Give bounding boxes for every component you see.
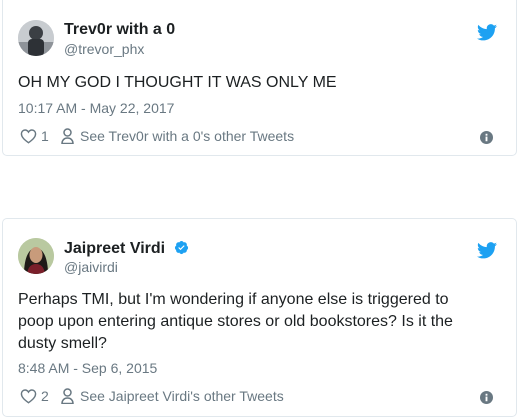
other-tweets-link[interactable]: See Jaipreet Virdi's other Tweets (61, 388, 284, 404)
like-count: 1 (41, 128, 49, 144)
tweet-text: OH MY GOD I THOUGHT IT WAS ONLY ME (18, 74, 337, 91)
info-icon[interactable] (480, 391, 493, 404)
author-handle[interactable]: @jaivirdi (64, 259, 118, 275)
author-name-text: Jaipreet Virdi (64, 240, 166, 257)
other-tweets-link[interactable]: See Trev0r with a 0's other Tweets (61, 128, 294, 144)
author-name[interactable]: Trev0r with a 0 (64, 21, 175, 39)
twitter-bird-icon[interactable] (477, 24, 497, 41)
like-count: 2 (41, 388, 49, 404)
author-name[interactable]: Jaipreet Virdi (64, 240, 189, 258)
info-icon[interactable] (480, 131, 493, 144)
tweet-text: Perhaps TMI, but I'm wondering if anyone… (18, 291, 453, 352)
person-icon (61, 128, 74, 144)
other-tweets-label: See Trev0r with a 0's other Tweets (80, 128, 295, 144)
tweet-actions: 2 See Jaipreet Virdi's other Tweets (20, 388, 501, 408)
avatar[interactable] (18, 20, 54, 56)
tweet-card: Jaipreet Virdi @jaivirdi Perhaps TMI, bu… (2, 218, 517, 417)
twitter-bird-icon[interactable] (477, 242, 497, 259)
heart-icon (20, 389, 37, 404)
person-icon (61, 388, 74, 404)
verified-badge-icon (174, 240, 188, 255)
avatar[interactable] (18, 238, 54, 274)
like-button[interactable]: 2 (20, 388, 49, 404)
author-handle[interactable]: @trevor_phx (64, 41, 144, 57)
tweet-card: Trev0r with a 0 @trevor_phx OH MY GOD I … (2, 0, 517, 156)
other-tweets-label: See Jaipreet Virdi's other Tweets (80, 388, 284, 404)
like-button[interactable]: 1 (20, 128, 49, 144)
tweet-actions: 1 See Trev0r with a 0's other Tweets (20, 128, 501, 148)
tweet-timestamp[interactable]: 10:17 AM - May 22, 2017 (18, 100, 174, 116)
heart-icon (20, 129, 37, 144)
tweet-timestamp[interactable]: 8:48 AM - Sep 6, 2015 (18, 360, 157, 376)
